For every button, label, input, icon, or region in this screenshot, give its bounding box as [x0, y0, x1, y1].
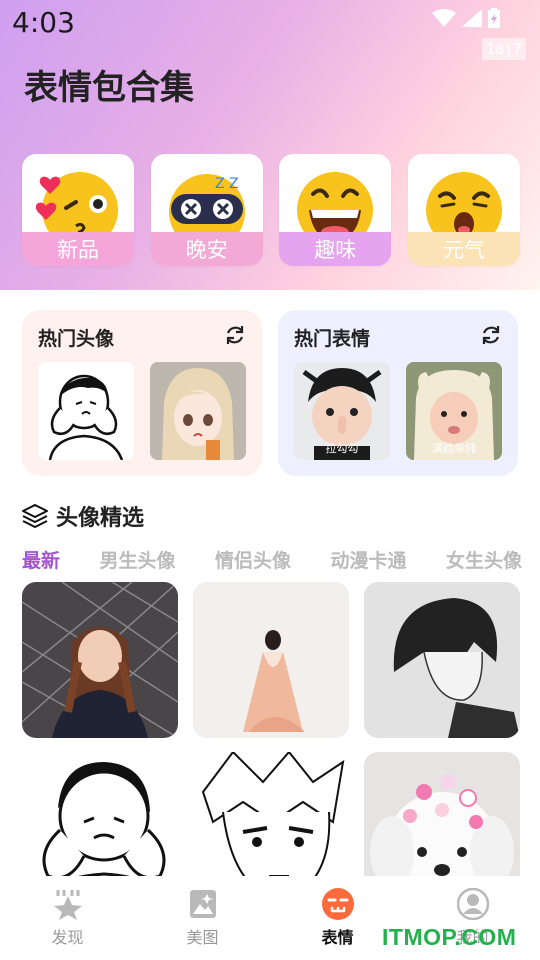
avatar-tile[interactable]	[193, 582, 349, 738]
battery-icon	[488, 8, 500, 28]
avatar-category-tabs: 最新 男生头像 情侣头像 动漫卡通 女生头像	[22, 546, 522, 573]
category-card-energy[interactable]: 元气	[407, 154, 520, 266]
sticker-caption: 拉勾勾	[325, 442, 359, 455]
tab-couple-avatars[interactable]: 情侣头像	[215, 546, 291, 573]
profile-icon	[456, 888, 489, 920]
hot-avatars-title: 热门头像	[38, 328, 115, 350]
nav-pictures[interactable]: 美图	[135, 876, 270, 960]
tab-anime-cartoon[interactable]: 动漫卡通	[330, 546, 406, 573]
cartoon-avatar-image	[48, 374, 124, 460]
category-card-goodnight[interactable]: Z Z 晚安	[150, 154, 263, 266]
picture-icon	[189, 890, 216, 918]
refresh-icon[interactable]	[480, 324, 502, 346]
system-icons	[432, 8, 500, 28]
signal-icon	[462, 9, 482, 27]
category-label: 新品	[22, 232, 134, 266]
hot-sticker-thumbnail[interactable]: 拉勾勾	[294, 362, 390, 460]
category-card-fun[interactable]: 趣味	[279, 154, 392, 266]
watermark: ITMOP.COM	[382, 924, 517, 950]
status-bar: 4:03 1aj7	[0, 0, 540, 60]
tab-male-avatars[interactable]: 男生头像	[99, 546, 175, 573]
layers-icon	[22, 504, 48, 528]
star-icon	[53, 890, 82, 920]
category-label: 元气	[407, 232, 520, 266]
avatar-tile[interactable]	[364, 582, 520, 738]
category-label: 趣味	[279, 232, 392, 266]
sticker-caption: 满脸单纯	[432, 442, 476, 455]
status-time: 4:03	[12, 6, 75, 39]
hot-stickers-panel[interactable]: 热门表情 拉勾勾 满脸单纯	[278, 310, 518, 476]
tab-latest[interactable]: 最新	[22, 546, 60, 573]
svg-text:Z Z: Z Z	[215, 176, 239, 192]
anime-boy-avatar-image	[364, 582, 520, 738]
category-row: 新品 Z Z 晚安 趣味 元气	[22, 154, 520, 266]
page-title: 表情包合集	[24, 68, 194, 108]
anime-girl-avatar-image	[150, 362, 246, 460]
girl-fence-photo	[22, 582, 178, 738]
nav-label: 发现	[51, 928, 84, 947]
hot-sticker-thumbnail[interactable]: 满脸单纯	[406, 362, 502, 460]
emoji-face-icon	[321, 888, 354, 920]
hot-stickers-title: 热门表情	[294, 328, 371, 350]
hanfu-girl-photo	[193, 582, 349, 738]
nav-discover[interactable]: 发现	[0, 876, 135, 960]
hot-avatar-thumbnail[interactable]	[150, 362, 246, 460]
nav-label: 美图	[186, 928, 219, 947]
avatar-tile[interactable]	[22, 582, 178, 738]
tab-female-avatars[interactable]: 女生头像	[446, 546, 522, 573]
refresh-icon[interactable]	[224, 324, 246, 346]
avatar-grid	[22, 582, 520, 908]
wifi-icon	[432, 9, 456, 27]
section-title: 头像精选	[56, 506, 145, 531]
category-card-new[interactable]: 新品	[22, 154, 134, 266]
category-label: 晚安	[150, 232, 263, 266]
hot-avatar-thumbnail[interactable]	[38, 362, 134, 460]
hot-avatars-panel[interactable]: 热门头像	[22, 310, 262, 476]
build-tag: 1aj7	[481, 38, 526, 60]
nav-label: 表情	[321, 928, 354, 947]
section-header: 头像精选	[22, 500, 144, 532]
